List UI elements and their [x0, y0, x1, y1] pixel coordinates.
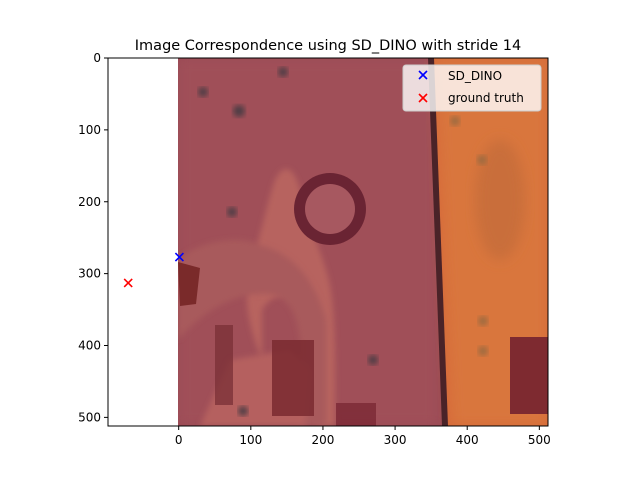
x-tick-label: 200	[311, 433, 334, 447]
legend-label-sd-dino: SD_DINO	[448, 69, 502, 83]
chart-title: Image Correspondence using SD_DINO with …	[135, 38, 521, 54]
y-tick-label: 500	[78, 410, 101, 424]
y-tick-label: 400	[78, 339, 101, 353]
y-tick-label: 300	[78, 267, 101, 281]
legend: SD_DINO ground truth	[402, 64, 542, 112]
x-tick-label: 300	[384, 433, 407, 447]
x-tick-label: 0	[175, 433, 183, 447]
y-tick-label: 200	[78, 195, 101, 209]
x-tick-label: 500	[528, 433, 551, 447]
x-tick-label: 400	[456, 433, 479, 447]
background-image	[178, 58, 548, 426]
x-tick-label: 100	[239, 433, 262, 447]
legend-label-ground-truth: ground truth	[448, 91, 524, 105]
chart: Image Correspondence using SD_DINO with …	[78, 38, 551, 447]
y-tick-label: 0	[93, 51, 101, 65]
y-tick-label: 100	[78, 123, 101, 137]
